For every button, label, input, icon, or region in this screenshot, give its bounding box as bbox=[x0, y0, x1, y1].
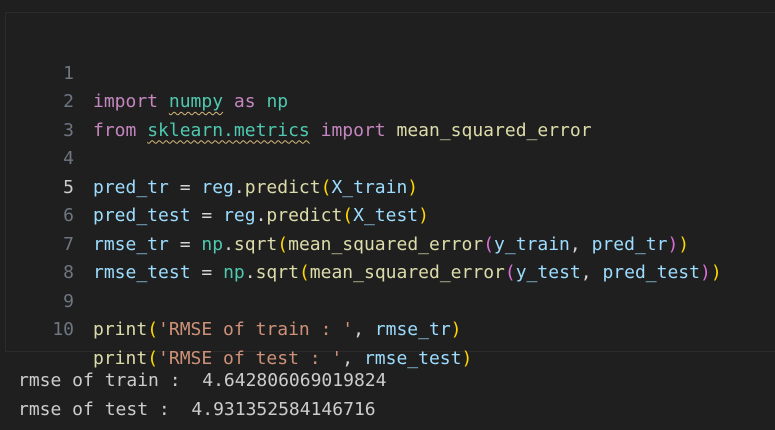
token: , bbox=[353, 319, 375, 340]
token: rmse_tr bbox=[374, 319, 451, 340]
code-line-1[interactable]: 1 import numpy as np bbox=[6, 31, 775, 113]
output-line: rmse of test : 4.931352584146716 bbox=[18, 399, 376, 420]
cell-output: rmse of train : 4.642806069019824 rmse o… bbox=[18, 366, 386, 424]
token-string: 'RMSE of train : ' bbox=[158, 319, 354, 340]
output-line: rmse of train : 4.642806069019824 bbox=[18, 370, 387, 391]
code-line-6[interactable]: 6 rmse_tr = np.sqrt(mean_squared_error(y… bbox=[6, 174, 775, 255]
code-line-4[interactable]: 4 pred_tr = reg.predict(X_train) bbox=[6, 117, 775, 198]
token: ( bbox=[147, 319, 159, 340]
token: ) bbox=[461, 347, 473, 369]
code-line-5[interactable]: 5 pred_test = reg.predict(X_test) bbox=[6, 145, 775, 227]
code-line-10[interactable]: 10 print('RMSE of test : ', rmse_test) bbox=[6, 288, 775, 369]
line-text[interactable]: print('RMSE of train : ', rmse_tr) bbox=[93, 316, 462, 345]
code-line-3[interactable]: 3 bbox=[6, 88, 775, 141]
token: ) bbox=[450, 319, 462, 340]
token: print bbox=[93, 319, 148, 340]
code-lines: 1 import numpy as np 2 from sklearn.metr… bbox=[6, 31, 775, 369]
code-line-9[interactable]: 9 print('RMSE of train : ', rmse_tr) bbox=[6, 259, 775, 341]
line-number: 10 bbox=[52, 319, 74, 340]
code-line-7[interactable]: 7 rmse_test = np.sqrt(mean_squared_error… bbox=[6, 202, 775, 284]
code-editor[interactable]: 1 import numpy as np 2 from sklearn.metr… bbox=[5, 12, 775, 369]
code-line-8[interactable]: 8 bbox=[6, 231, 775, 283]
code-line-2[interactable]: 2 from sklearn.metrics import mean_squar… bbox=[6, 60, 775, 141]
